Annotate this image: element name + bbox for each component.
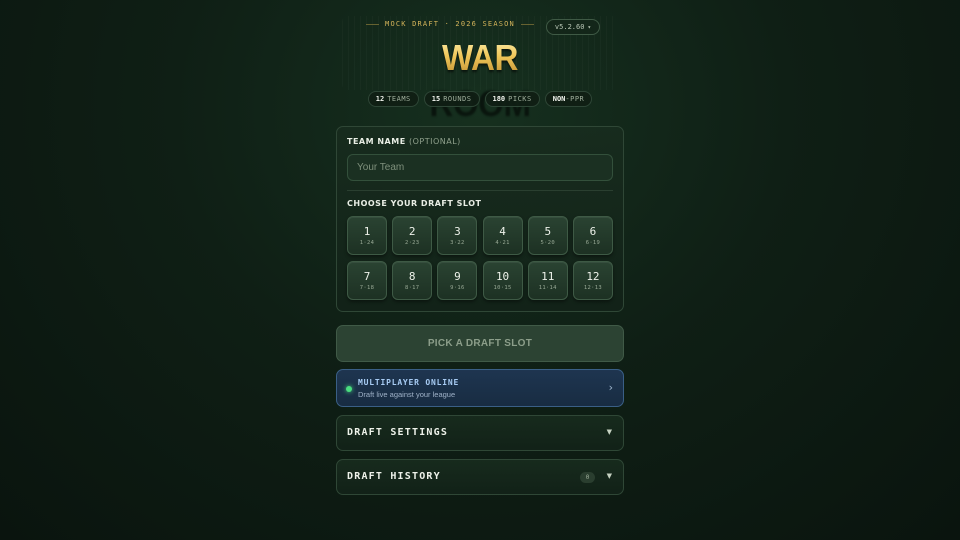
chevron-down-icon: ▼ <box>606 472 612 480</box>
stat-number: NON <box>552 95 566 103</box>
stats-row: 12 TEAMS 15 ROUNDS 180 PICKS NON -PPR <box>367 91 593 107</box>
draft-slot-8[interactable]: 8 8·17 <box>392 261 433 300</box>
chevron-down-icon: ▾ <box>587 23 592 31</box>
draft-history-label: DRAFT HISTORY <box>347 471 441 482</box>
slot-picks: 7·18 <box>359 285 375 291</box>
slot-number: 9 <box>454 270 461 283</box>
slot-number: 7 <box>363 270 371 283</box>
draft-slot-6[interactable]: 6 6·19 <box>572 216 613 255</box>
draft-slot-2[interactable]: 2 2·23 <box>392 216 433 255</box>
draft-slot-4[interactable]: 4 4·21 <box>482 216 523 255</box>
multiplayer-online-button[interactable]: MULTIPLAYER ONLINE Draft live against yo… <box>336 369 624 407</box>
slot-picks: 6·19 <box>585 240 601 246</box>
optional-tag: (OPTIONAL) <box>408 137 461 146</box>
stat-number: 15 <box>431 95 441 103</box>
draft-slot-11[interactable]: 11 11·14 <box>527 261 568 300</box>
chevron-right-icon: › <box>608 381 613 394</box>
slot-picks: 4·21 <box>495 240 510 246</box>
stat-scoring: NON -PPR <box>544 91 593 107</box>
draft-slot-3[interactable]: 3 3·22 <box>437 216 478 255</box>
online-status-dot <box>346 386 352 392</box>
slot-picks: 10·15 <box>493 285 512 291</box>
stat-rounds: 15 ROUNDS <box>423 91 480 107</box>
slot-number: 6 <box>589 225 597 238</box>
slot-picks: 12·13 <box>583 285 602 291</box>
slot-number: 11 <box>541 270 555 283</box>
slot-number: 10 <box>495 270 510 283</box>
panel-divider <box>347 190 613 191</box>
draft-slot-1[interactable]: 1 1·24 <box>347 216 387 255</box>
season-text: MOCK DRAFT · 2026 SEASON <box>385 20 515 28</box>
stat-number: 12 <box>375 95 385 103</box>
draft-history-toggle[interactable]: DRAFT HISTORY 0 ▼ <box>336 459 624 495</box>
version-label: v5.2.60 <box>554 23 585 31</box>
stat-label: ROUNDS <box>443 95 472 103</box>
draft-slot-7[interactable]: 7 7·18 <box>347 261 387 300</box>
stat-label: PICKS <box>508 95 532 103</box>
slot-picks: 2·23 <box>404 240 420 246</box>
season-rule-left <box>366 23 380 25</box>
slot-picks: 3·22 <box>450 240 465 246</box>
slot-picks: 11·14 <box>538 285 557 291</box>
draft-settings-label: DRAFT SETTINGS <box>347 427 449 438</box>
season-line: MOCK DRAFT · 2026 SEASON <box>366 17 535 31</box>
team-name-input[interactable] <box>347 154 613 181</box>
history-count-badge: 0 <box>580 472 595 483</box>
draft-slot-9[interactable]: 9 9·16 <box>437 261 478 300</box>
team-name-label: TEAM NAME (OPTIONAL) <box>347 137 461 146</box>
stat-teams: 12 TEAMS <box>367 91 419 107</box>
stat-number: 180 <box>492 95 506 103</box>
slot-picks: 5·20 <box>540 240 555 246</box>
multiplayer-subtitle: Draft live against your league <box>358 390 456 399</box>
slot-picks: 8·17 <box>404 285 420 291</box>
chevron-down-icon: ▼ <box>606 428 612 436</box>
slot-number: 1 <box>363 225 371 238</box>
slot-number: 8 <box>408 270 416 283</box>
page-title: WAR ROOM <box>388 36 572 122</box>
slot-number: 5 <box>544 225 552 238</box>
stat-picks: 180 PICKS <box>484 91 540 107</box>
draft-settings-toggle[interactable]: DRAFT SETTINGS ▼ <box>336 415 624 451</box>
draft-slot-10[interactable]: 10 10·15 <box>482 261 523 300</box>
draft-slot-grid: 1 1·24 2 2·23 3 3·22 4 4·21 5 5·20 6 6·19 7 7·1… <box>347 216 613 300</box>
version-button[interactable]: v5.2.60 ▾ <box>546 19 600 35</box>
draft-slot-12[interactable]: 12 12·13 <box>572 261 613 300</box>
slot-number: 3 <box>454 225 461 238</box>
slot-number: 4 <box>499 225 506 238</box>
draft-slot-label: CHOOSE YOUR DRAFT SLOT <box>347 199 482 208</box>
stat-label: TEAMS <box>387 95 411 103</box>
slot-picks: 9·16 <box>450 285 465 291</box>
slot-picks: 1·24 <box>359 240 375 246</box>
team-name-label-text: TEAM NAME <box>347 137 406 146</box>
season-rule-right <box>520 23 535 25</box>
slot-number: 12 <box>586 270 600 283</box>
multiplayer-title: MULTIPLAYER ONLINE <box>358 378 460 387</box>
slot-number: 2 <box>408 225 416 238</box>
pick-draft-slot-button[interactable]: PICK A DRAFT SLOT <box>336 325 624 362</box>
stat-label: -PPR <box>565 95 585 103</box>
draft-slot-5[interactable]: 5 5·20 <box>527 216 568 255</box>
